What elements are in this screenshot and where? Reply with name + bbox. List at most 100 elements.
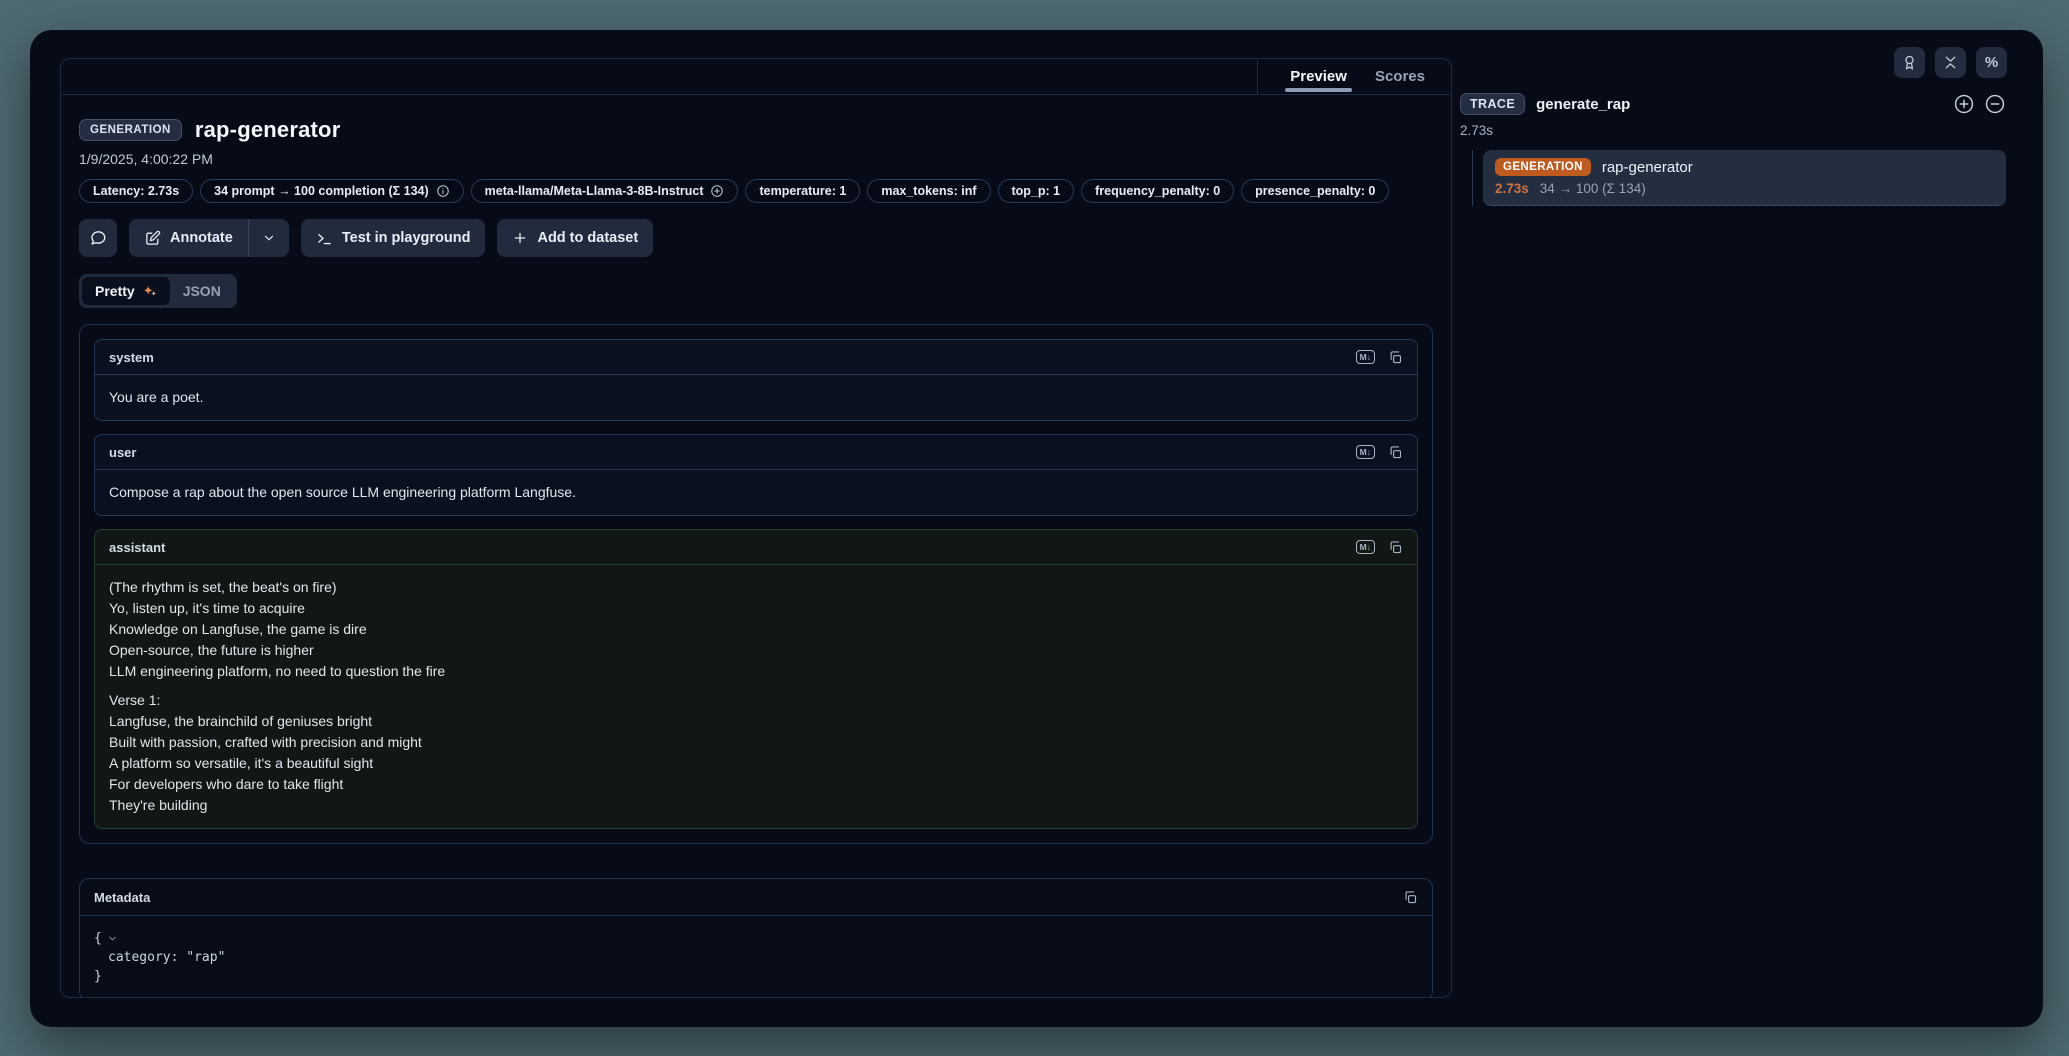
message-user-header: user M↓ xyxy=(95,435,1417,470)
message-header-icons: M↓ xyxy=(1356,350,1403,365)
title-row: GENERATION rap-generator xyxy=(79,117,1433,143)
latency-badge: Latency: 2.73s xyxy=(79,179,193,203)
annotate-button[interactable]: Annotate xyxy=(129,219,248,257)
presence-penalty-label: presence_penalty: 0 xyxy=(1255,184,1375,198)
model-badge: meta-llama/Meta-Llama-3-8B-Instruct xyxy=(471,179,739,203)
annotate-button-label: Annotate xyxy=(170,230,233,246)
copy-icon[interactable] xyxy=(1388,445,1403,460)
max-tokens-label: max_tokens: inf xyxy=(881,184,976,198)
markdown-toggle-icon[interactable]: M↓ xyxy=(1356,350,1375,364)
plus-circle-icon xyxy=(1953,93,1975,115)
message-text: Compose a rap about the open source LLM … xyxy=(109,482,1403,503)
markdown-toggle-icon[interactable]: M↓ xyxy=(1356,540,1375,554)
page-title: rap-generator xyxy=(195,117,341,143)
node-title-row: GENERATION rap-generator xyxy=(1495,158,1994,176)
open-brace: { xyxy=(94,929,102,948)
message-system: system M↓ You are a p xyxy=(94,339,1418,421)
copy-icon[interactable] xyxy=(1388,540,1403,555)
trace-type-badge: TRACE xyxy=(1460,93,1525,115)
panel-header: Preview Scores xyxy=(61,59,1451,95)
copy-icon[interactable] xyxy=(1388,350,1403,365)
award-icon xyxy=(1901,54,1918,71)
tab-scores-label: Scores xyxy=(1375,68,1425,85)
token-usage-label: 34 prompt → 100 completion (Σ 134) xyxy=(214,184,429,198)
tab-scores[interactable]: Scores xyxy=(1375,59,1425,94)
temperature-label: temperature: 1 xyxy=(759,184,846,198)
annotate-split-button: Annotate xyxy=(129,219,289,257)
message-header-icons: M↓ xyxy=(1356,540,1403,555)
annotate-award-button[interactable] xyxy=(1894,47,1925,78)
token-usage-badge: 34 prompt → 100 completion (Σ 134) xyxy=(200,179,464,203)
tree-indent-line xyxy=(1472,150,1473,206)
generation-node-selected[interactable]: GENERATION rap-generator 2.73s 34 → 100 … xyxy=(1483,150,2006,206)
generation-type-badge: GENERATION xyxy=(1495,158,1591,176)
node-name: rap-generator xyxy=(1602,159,1693,176)
expand-all-button[interactable] xyxy=(1953,93,1975,115)
tab-bar: Preview Scores xyxy=(1257,59,1451,94)
latency-badge-label: Latency: 2.73s xyxy=(93,184,179,198)
plus-icon xyxy=(512,230,528,246)
message-assistant-body: (The rhythm is set, the beat's on fire) … xyxy=(95,565,1417,828)
message-user: user M↓ Compose a rap xyxy=(94,434,1418,516)
close-brace: } xyxy=(94,967,102,986)
trace-latency: 2.73s xyxy=(1460,123,2020,138)
markdown-toggle-icon[interactable]: M↓ xyxy=(1356,445,1375,459)
toggle-json[interactable]: JSON xyxy=(170,277,234,305)
test-in-playground-button[interactable]: Test in playground xyxy=(301,219,486,257)
metadata-header: Metadata xyxy=(80,879,1432,916)
message-assistant: assistant M↓ (The rhy xyxy=(94,529,1418,829)
chevron-down-icon xyxy=(262,231,276,245)
sparkles-icon: ✦✦ xyxy=(142,283,157,299)
message-assistant-header: assistant M↓ xyxy=(95,530,1417,565)
tree-expand-controls xyxy=(1953,93,2020,115)
observation-type-badge: GENERATION xyxy=(79,119,182,141)
percent-view-button[interactable]: % xyxy=(1976,47,2007,78)
percent-icon: % xyxy=(1985,54,1998,71)
collapse-panel-button[interactable] xyxy=(1935,47,1966,78)
plus-circle-icon[interactable] xyxy=(710,184,724,198)
message-system-header: system M↓ xyxy=(95,340,1417,375)
annotate-dropdown-button[interactable] xyxy=(249,219,289,257)
panel-body: GENERATION rap-generator 1/9/2025, 4:00:… xyxy=(61,95,1451,997)
message-text: Verse 1: Langfuse, the brainchild of gen… xyxy=(109,690,1403,816)
node-meta-row: 2.73s 34 → 100 (Σ 134) xyxy=(1495,181,1994,196)
desktop-background: % Preview Scores GENERATION rap-generat xyxy=(0,0,2069,1056)
toggle-pretty[interactable]: Pretty ✦✦ xyxy=(82,277,170,305)
message-system-body: You are a poet. xyxy=(95,375,1417,420)
top-p-badge: top_p: 1 xyxy=(998,179,1075,203)
comment-button[interactable] xyxy=(79,219,117,257)
add-to-dataset-button[interactable]: Add to dataset xyxy=(497,219,653,257)
temperature-badge: temperature: 1 xyxy=(745,179,860,203)
frequency-penalty-label: frequency_penalty: 0 xyxy=(1095,184,1220,198)
minus-circle-icon xyxy=(1984,93,2006,115)
collapse-all-button[interactable] xyxy=(1984,93,2006,115)
message-header-icons: M↓ xyxy=(1356,445,1403,460)
edit-pencil-icon xyxy=(144,230,161,247)
info-icon[interactable] xyxy=(436,184,450,198)
metadata-title: Metadata xyxy=(94,890,150,905)
message-text: You are a poet. xyxy=(109,387,1403,408)
observation-timestamp: 1/9/2025, 4:00:22 PM xyxy=(79,151,1433,167)
top-p-label: top_p: 1 xyxy=(1012,184,1061,198)
tab-preview[interactable]: Preview xyxy=(1290,59,1347,94)
window-actions: % xyxy=(1894,47,2007,78)
message-text: (The rhythm is set, the beat's on fire) … xyxy=(109,577,1403,682)
terminal-icon xyxy=(316,230,333,247)
presence-penalty-badge: presence_penalty: 0 xyxy=(1241,179,1389,203)
role-label: user xyxy=(109,445,136,460)
attribute-badges: Latency: 2.73s 34 prompt → 100 completio… xyxy=(79,179,1433,203)
json-open-line: { xyxy=(94,929,1418,948)
json-label: JSON xyxy=(183,283,221,299)
copy-icon[interactable] xyxy=(1403,890,1418,905)
collapse-json-icon[interactable] xyxy=(107,933,118,944)
role-label: system xyxy=(109,350,154,365)
frequency-penalty-badge: frequency_penalty: 0 xyxy=(1081,179,1234,203)
app-window: % Preview Scores GENERATION rap-generat xyxy=(30,30,2043,1027)
trace-root-row[interactable]: TRACE generate_rap xyxy=(1460,93,2020,115)
node-token-usage: 34 → 100 (Σ 134) xyxy=(1540,181,1646,196)
metadata-json: { category: "rap" } xyxy=(80,916,1432,997)
trace-name: generate_rap xyxy=(1536,96,1630,113)
comment-bubble-icon xyxy=(89,229,107,247)
metadata-card: Metadata { xyxy=(79,878,1433,997)
io-card: system M↓ You are a p xyxy=(79,324,1433,844)
